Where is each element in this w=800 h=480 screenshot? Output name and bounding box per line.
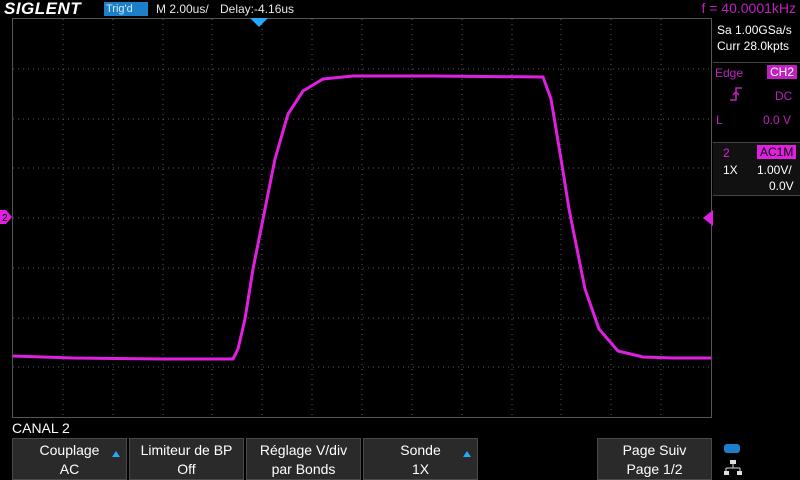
- trigger-info[interactable]: Edge CH2 DC L 0.0 V: [713, 62, 800, 151]
- status-bar: SIGLENT Trig'd M 2.00us/ Delay:-4.16us f…: [0, 0, 800, 18]
- trigger-level: 0.0 V: [763, 113, 792, 127]
- trigger-type: Edge: [715, 66, 744, 80]
- channel-2-offset-marker[interactable]: 2: [0, 210, 12, 224]
- probe-value: 1X: [411, 461, 430, 477]
- probe-button[interactable]: Sonde 1X: [363, 438, 478, 480]
- channel-vdiv: 1.00V/: [757, 163, 792, 177]
- usb-icon: [724, 444, 740, 453]
- side-panel: Sa 1.00GSa/s Curr 28.0kpts Edge CH2 DC L…: [713, 18, 800, 196]
- trigger-coupling: DC: [775, 89, 793, 103]
- up-arrow-icon: [463, 451, 471, 457]
- channel-2-info[interactable]: 2 AC1M 1X 1.00V/ 0.0V: [713, 142, 800, 196]
- bandwidth-limit-value: Off: [177, 461, 196, 477]
- network-icon: [724, 460, 742, 475]
- channel-probe: 1X: [723, 163, 738, 177]
- probe-label: Sonde: [400, 442, 441, 458]
- waveform-grid: [12, 19, 711, 417]
- channel-number: 2: [723, 146, 730, 160]
- up-arrow-icon: [112, 451, 120, 457]
- vdiv-adjust-value: par Bonds: [271, 461, 336, 477]
- next-page-label: Page Suiv: [622, 442, 687, 458]
- sample-rate: Sa 1.00GSa/s: [717, 23, 792, 37]
- rising-edge-icon: [730, 87, 742, 101]
- channel-offset: 0.0V: [769, 179, 794, 193]
- delay-readout: Delay:-4.16us: [220, 2, 295, 16]
- trigger-position-marker[interactable]: [250, 18, 268, 28]
- channel-coupling-badge: AC1M: [757, 145, 797, 159]
- coupling-button[interactable]: Couplage AC: [12, 438, 127, 480]
- vdiv-adjust-label: Réglage V/div: [259, 442, 348, 458]
- coupling-value: AC: [59, 461, 80, 477]
- memory-depth: Curr 28.0kpts: [717, 39, 790, 53]
- page-indicator: Page 1/2: [626, 461, 683, 477]
- trigger-source-badge: CH2: [767, 65, 798, 79]
- bandwidth-limit-label: Limiteur de BP: [140, 442, 233, 458]
- bandwidth-limit-button[interactable]: Limiteur de BP Off: [129, 438, 244, 480]
- trigger-level-label: L: [716, 113, 723, 127]
- timebase-readout: M 2.00us/: [156, 2, 209, 16]
- menu-title: CANAL 2: [12, 420, 70, 436]
- acquisition-info: Sa 1.00GSa/s Curr 28.0kpts: [713, 18, 800, 54]
- trigger-status-badge: Trig'd: [104, 2, 148, 16]
- frequency-readout: f = 40.0001kHz: [701, 0, 796, 16]
- channel-2-trace: [12, 74, 711, 361]
- coupling-label: Couplage: [39, 442, 100, 458]
- trigger-level-marker[interactable]: [703, 210, 713, 226]
- vdiv-adjust-button[interactable]: Réglage V/div par Bonds: [246, 438, 361, 480]
- waveform-display[interactable]: [12, 18, 712, 418]
- next-page-button[interactable]: Page Suiv Page 1/2: [597, 438, 712, 480]
- channel-marker-label: 2: [2, 213, 8, 224]
- brand-logo: SIGLENT: [4, 0, 82, 18]
